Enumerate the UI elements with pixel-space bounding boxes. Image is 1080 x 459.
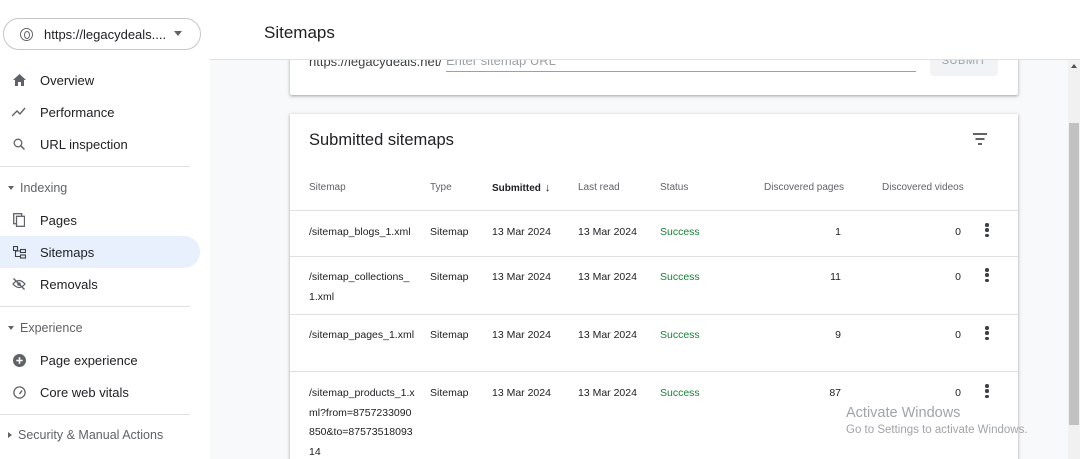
submitted-date: 13 Mar 2024 bbox=[492, 329, 551, 341]
card-title: Submitted sitemaps bbox=[309, 131, 454, 149]
sitemap-type: Sitemap bbox=[430, 226, 469, 238]
nav-divider bbox=[0, 166, 190, 167]
pages-icon bbox=[12, 213, 26, 227]
scrollbar-thumb[interactable] bbox=[1069, 123, 1079, 425]
sitemap-path[interactable]: /sitemap_blogs_1.xml bbox=[309, 223, 415, 243]
nav-item-overview[interactable]: Overview bbox=[0, 64, 200, 96]
discovered-pages-count: 1 bbox=[835, 226, 841, 238]
discovered-videos-count: 0 bbox=[955, 226, 961, 238]
activate-windows-watermark: Activate Windows Go to Settings to activ… bbox=[846, 405, 1028, 436]
status-badge: Success bbox=[660, 226, 700, 238]
column-header-discovered-videos[interactable]: Discovered videos bbox=[882, 182, 964, 193]
column-header-type[interactable]: Type bbox=[430, 182, 452, 193]
plus-circle-icon bbox=[12, 353, 26, 367]
last-read-date: 13 Mar 2024 bbox=[578, 271, 637, 283]
watermark-subtitle: Go to Settings to activate Windows. bbox=[846, 424, 1028, 436]
scroll-up-arrow-icon[interactable] bbox=[1071, 64, 1077, 68]
nav-section-security[interactable]: Security & Manual Actions bbox=[0, 423, 190, 447]
section-label: Indexing bbox=[20, 181, 68, 195]
section-label: Experience bbox=[20, 321, 83, 335]
nav-section-indexing[interactable]: Indexing bbox=[0, 176, 190, 200]
sitemap-type: Sitemap bbox=[430, 329, 469, 341]
nav-label: Page experience bbox=[40, 352, 138, 368]
dropdown-arrow-icon bbox=[174, 31, 182, 36]
sitemap-path[interactable]: /sitemap_pages_1.xml bbox=[309, 326, 415, 346]
discovered-pages-count: 9 bbox=[835, 329, 841, 341]
home-icon bbox=[12, 73, 26, 87]
nav-item-sitemaps[interactable]: Sitemaps bbox=[0, 236, 200, 268]
column-header-last-read[interactable]: Last read bbox=[578, 182, 620, 193]
column-header-sitemap[interactable]: Sitemap bbox=[309, 182, 346, 193]
nav-item-page-experience[interactable]: Page experience bbox=[0, 344, 200, 376]
nav-item-url-inspection[interactable]: URL inspection bbox=[0, 128, 200, 160]
discovered-videos-count: 0 bbox=[955, 387, 961, 399]
nav-label: Sitemaps bbox=[40, 244, 95, 260]
discovered-videos-count: 0 bbox=[955, 329, 961, 341]
nav-label: URL inspection bbox=[40, 136, 128, 152]
submit-button[interactable]: SUBMIT bbox=[930, 60, 998, 76]
search-icon bbox=[12, 137, 26, 151]
nav-label: Removals bbox=[40, 276, 98, 292]
status-badge: Success bbox=[660, 329, 700, 341]
column-header-status[interactable]: Status bbox=[660, 182, 688, 193]
more-options-icon[interactable] bbox=[985, 384, 989, 398]
table-row[interactable]: /sitemap_collections_1.xml Sitemap 13 Ma… bbox=[290, 256, 1018, 314]
last-read-date: 13 Mar 2024 bbox=[578, 329, 637, 341]
last-read-date: 13 Mar 2024 bbox=[578, 226, 637, 238]
nav-label: Performance bbox=[40, 104, 115, 120]
collapse-arrow-icon bbox=[8, 326, 14, 330]
eye-off-icon bbox=[12, 277, 26, 291]
status-badge: Success bbox=[660, 387, 700, 399]
column-header-discovered-pages[interactable]: Discovered pages bbox=[764, 182, 844, 193]
sitemap-type: Sitemap bbox=[430, 387, 469, 399]
more-options-icon[interactable] bbox=[985, 326, 989, 340]
filter-icon[interactable] bbox=[972, 132, 988, 146]
more-options-icon[interactable] bbox=[985, 223, 989, 237]
sitemap-url-prefix: https://legacydeals.net/ bbox=[309, 60, 442, 69]
sidebar: https://legacydeals.... Overview Perform… bbox=[0, 0, 210, 459]
nav-divider bbox=[0, 306, 190, 307]
discovered-pages-count: 87 bbox=[829, 387, 841, 399]
nav-label: Overview bbox=[40, 72, 95, 88]
trending-up-icon bbox=[12, 105, 26, 119]
table-row[interactable]: /sitemap_blogs_1.xml Sitemap 13 Mar 2024… bbox=[290, 211, 1018, 256]
section-label: Security & Manual Actions bbox=[18, 428, 164, 442]
nav-divider bbox=[0, 414, 190, 415]
sitemap-path[interactable]: /sitemap_collections_1.xml bbox=[309, 268, 415, 307]
sitemap-type: Sitemap bbox=[430, 271, 469, 283]
more-options-icon[interactable] bbox=[985, 268, 989, 282]
sitemap-path[interactable]: /sitemap_products_1.xml?from=87572330908… bbox=[309, 384, 415, 459]
page-scrollbar[interactable] bbox=[1068, 60, 1080, 459]
table-row[interactable]: /sitemap_pages_1.xml Sitemap 13 Mar 2024… bbox=[290, 314, 1018, 371]
submitted-date: 13 Mar 2024 bbox=[492, 271, 551, 283]
nav-item-core-web-vitals[interactable]: Core web vitals bbox=[0, 376, 200, 408]
nav-label: Core web vitals bbox=[40, 384, 129, 400]
collapse-arrow-icon bbox=[8, 186, 14, 190]
nav-section-experience[interactable]: Experience bbox=[0, 316, 190, 340]
status-badge: Success bbox=[660, 271, 700, 283]
column-header-label: Submitted bbox=[492, 183, 541, 194]
nav-label: Pages bbox=[40, 212, 77, 228]
last-read-date: 13 Mar 2024 bbox=[578, 387, 637, 399]
nav-item-pages[interactable]: Pages bbox=[0, 204, 200, 236]
main-content: https://legacydeals.net/ SUBMIT Submitte… bbox=[210, 60, 1068, 459]
column-header-submitted[interactable]: Submitted ↓ bbox=[492, 182, 550, 194]
discovered-videos-count: 0 bbox=[955, 271, 961, 283]
sort-down-arrow-icon: ↓ bbox=[544, 182, 551, 194]
globe-icon bbox=[20, 27, 33, 41]
watermark-title: Activate Windows bbox=[846, 405, 961, 421]
property-selector[interactable]: https://legacydeals.... bbox=[3, 18, 201, 50]
nav-item-performance[interactable]: Performance bbox=[0, 96, 200, 128]
submitted-date: 13 Mar 2024 bbox=[492, 387, 551, 399]
page-title: Sitemaps bbox=[264, 23, 335, 42]
nav-item-removals[interactable]: Removals bbox=[0, 268, 200, 300]
property-url: https://legacydeals.... bbox=[44, 26, 167, 42]
discovered-pages-count: 11 bbox=[830, 271, 841, 283]
sitemap-url-input[interactable] bbox=[446, 60, 916, 72]
add-sitemap-card: https://legacydeals.net/ SUBMIT bbox=[290, 60, 1018, 95]
sitemap-icon bbox=[12, 245, 26, 259]
expand-arrow-icon bbox=[8, 432, 12, 438]
gauge-icon bbox=[12, 385, 26, 399]
submitted-date: 13 Mar 2024 bbox=[492, 226, 551, 238]
